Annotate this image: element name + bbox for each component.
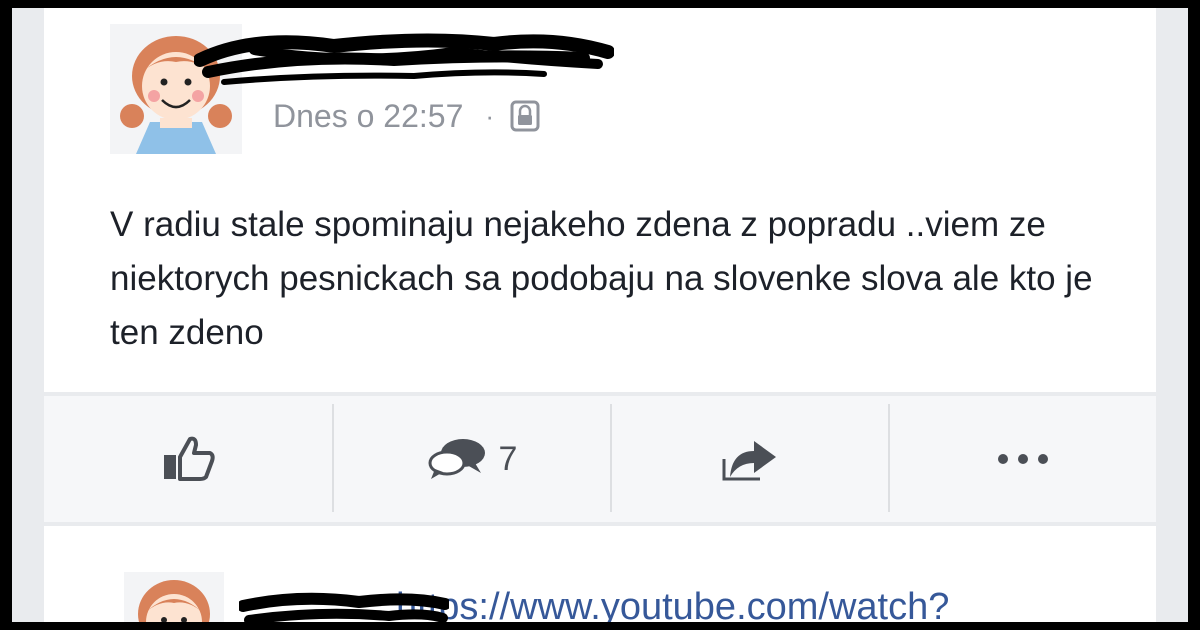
comment-button[interactable]: 7 [334, 396, 610, 522]
meta-separator: · [485, 100, 495, 131]
post-meta: Dnes o 22:57 · [273, 96, 540, 136]
more-options-button[interactable] [890, 396, 1156, 522]
thumbs-up-icon [164, 436, 215, 481]
post-card: Dnes o 22:57 · V radiu stale spominaju n… [44, 8, 1156, 392]
action-bar: 7 [44, 396, 1156, 522]
lock-icon[interactable] [510, 100, 540, 132]
post-timestamp[interactable]: Dnes o 22:57 [273, 98, 463, 135]
commenter-avatar[interactable] [124, 572, 224, 622]
share-arrow-icon [722, 441, 776, 481]
share-button[interactable] [612, 396, 888, 522]
screenshot-frame: Dnes o 22:57 · V radiu stale spominaju n… [12, 8, 1188, 622]
comment-count: 7 [498, 439, 518, 478]
post-text: V radiu stale spominaju nejakeho zdena z… [110, 205, 1093, 352]
commenter-name-redacted [239, 592, 449, 622]
author-name-redacted [194, 33, 614, 85]
youtube-link[interactable]: https://www.youtube.com/watch? [396, 586, 949, 622]
comment-bubbles-icon [428, 439, 485, 479]
more-dots-icon [998, 454, 1048, 464]
comment-area: https://www.youtube.com/watch? [44, 526, 1156, 622]
girl-avatar-icon [138, 580, 210, 622]
like-button[interactable] [44, 396, 332, 522]
